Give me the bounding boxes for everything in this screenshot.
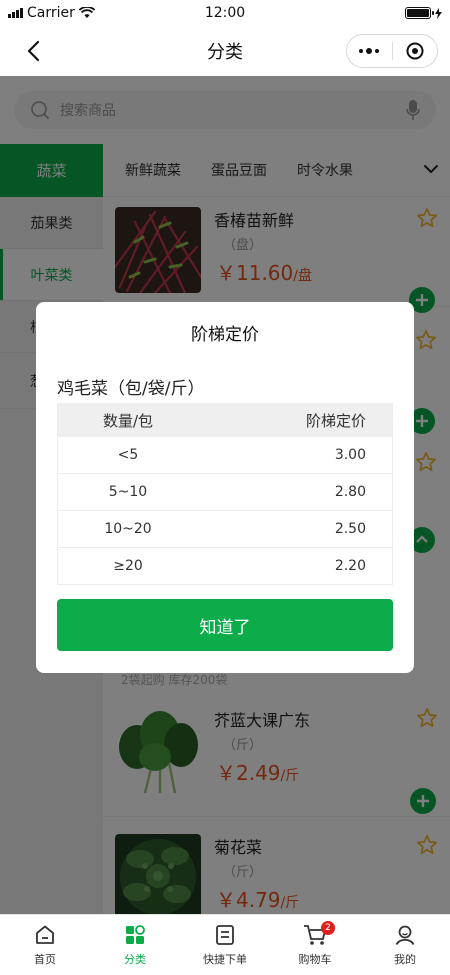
row-quantity: ≥20 [113,558,143,574]
status-left: Carrier [8,5,95,21]
row-quantity: 10~20 [104,521,152,537]
tab-label: 购物车 [298,952,332,966]
page-title: 分类 [207,42,243,63]
target-close-icon [406,42,424,60]
close-miniprogram-button[interactable] [393,35,438,67]
tab-category[interactable]: 分类 [90,915,180,975]
tab-quick-order[interactable]: 快捷下单 [180,915,270,975]
status-right [405,7,442,19]
modal-product-name: 鸡毛菜（包/袋/斤） [57,379,205,399]
row-price: 2.20 [334,558,366,574]
carrier-label: Carrier [27,5,75,21]
signal-icon [8,8,23,18]
category-icon [126,924,145,944]
nav-bar: 分类 [0,26,450,76]
tab-home[interactable]: 首页 [0,915,90,975]
row-price: 2.50 [334,521,366,537]
table-row: ≥20 2.20 [58,547,392,584]
table-row: 10~20 2.50 [58,510,392,547]
more-button[interactable] [347,35,392,67]
tier-pricing-modal: 阶梯定价 鸡毛菜（包/袋/斤） 数量/包 阶梯定价 <5 3.00 5~10 2… [36,302,414,673]
charging-icon [435,7,442,19]
table-row: 5~10 2.80 [58,473,392,510]
mini-program-capsule [346,34,438,68]
tab-label: 快捷下单 [203,952,247,966]
row-price: 2.80 [334,484,366,500]
chevron-left-icon [27,40,40,62]
table-header: 数量/包 阶梯定价 [58,404,392,436]
cart-count-badge: 2 [321,921,335,935]
header-tier-price: 阶梯定价 [305,411,366,430]
tab-label: 我的 [394,952,416,966]
row-quantity: 5~10 [108,484,148,500]
tab-label: 首页 [34,952,56,966]
bottom-tabbar: 首页 分类 快捷下单 2 购物车 我的 [0,914,450,975]
wifi-icon [78,7,95,18]
modal-title: 阶梯定价 [191,325,259,345]
got-it-button[interactable]: 知道了 [57,599,393,651]
table-row: <5 3.00 [58,436,392,473]
battery-icon [405,7,434,19]
row-quantity: <5 [117,447,139,463]
home-icon [36,925,54,944]
more-dots-icon [359,48,380,54]
row-price: 3.00 [334,447,366,463]
quick-order-icon [216,924,234,945]
tab-cart[interactable]: 2 购物车 [270,915,360,975]
tier-pricing-table: 数量/包 阶梯定价 <5 3.00 5~10 2.80 10~20 2.50 ≥… [57,403,393,585]
status-bar: Carrier 12:00 [0,0,450,26]
profile-icon [395,925,415,945]
header-quantity: 数量/包 [102,411,154,430]
tab-label: 分类 [124,952,146,966]
back-button[interactable] [18,36,48,66]
tab-profile[interactable]: 我的 [360,915,450,975]
